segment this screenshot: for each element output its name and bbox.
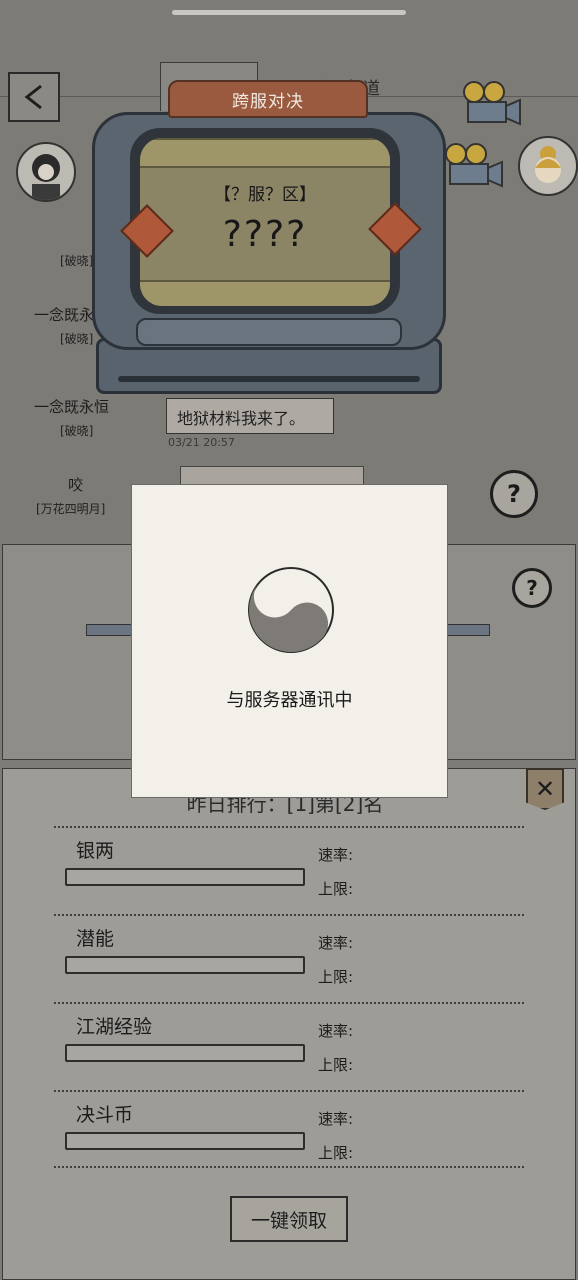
- cap-label: 上限:: [318, 1056, 354, 1074]
- divider: [54, 1166, 524, 1168]
- guild-tag: [破晓]: [60, 424, 94, 438]
- resource-progress-bar: [65, 1044, 305, 1062]
- player-name[interactable]: 咬: [68, 474, 83, 495]
- yin-yang-icon: [248, 567, 334, 653]
- resource-progress-bar: [65, 868, 305, 886]
- guild-tag: [破晓]: [60, 332, 94, 346]
- camera-icon[interactable]: [442, 142, 506, 190]
- resource-name: 银两: [76, 840, 115, 862]
- divider: [54, 1002, 524, 1004]
- divider: [54, 826, 524, 828]
- progress-bar: [444, 624, 490, 636]
- cap-label: 上限:: [318, 968, 354, 986]
- server-label: 【？服？区】: [214, 185, 316, 205]
- rate-label: 速率:: [318, 1022, 354, 1040]
- loading-message: 与服务器通讯中: [226, 690, 353, 711]
- close-button[interactable]: ✕: [526, 768, 564, 810]
- chat-bubble: 地狱材料我来了。: [166, 398, 334, 434]
- avatar[interactable]: [16, 142, 76, 202]
- guild-tag: [破晓]: [60, 254, 94, 268]
- scroll-band: [140, 138, 390, 168]
- tv-panel: [136, 318, 402, 346]
- progress-bar: [86, 624, 136, 636]
- player-name[interactable]: 一念既永恒: [34, 396, 109, 417]
- claim-all-button[interactable]: 一键领取: [230, 1196, 348, 1242]
- player-name[interactable]: 一念既永: [34, 304, 94, 325]
- chevron-left-icon: [24, 84, 42, 110]
- guild-tag: [万花四明月]: [36, 502, 106, 516]
- rate-label: 速率:: [318, 934, 354, 952]
- avatar[interactable]: [518, 136, 578, 196]
- loading-dialog: [131, 484, 448, 798]
- character-portrait-icon: [535, 146, 561, 183]
- cap-label: 上限:: [318, 1144, 354, 1162]
- divider: [54, 1090, 524, 1092]
- resource-progress-bar: [65, 956, 305, 974]
- cap-label: 上限:: [318, 880, 354, 898]
- character-portrait-icon: [32, 154, 60, 200]
- rate-label: 速率:: [318, 1110, 354, 1128]
- opponent-name: ????: [222, 214, 308, 255]
- cross-server-duel-title[interactable]: 跨服对决: [168, 80, 368, 118]
- home-indicator: [172, 10, 406, 15]
- resource-name: 潜能: [76, 928, 115, 950]
- scroll-band: [140, 280, 390, 306]
- back-button[interactable]: [8, 72, 60, 122]
- rate-label: 速率:: [318, 846, 354, 864]
- resource-name: 决斗币: [76, 1104, 134, 1126]
- divider: [54, 914, 524, 916]
- resource-name: 江湖经验: [76, 1016, 153, 1038]
- resource-progress-bar: [65, 1132, 305, 1150]
- help-button[interactable]: ?: [490, 470, 538, 518]
- help-button[interactable]: ?: [512, 568, 552, 608]
- camera-icon[interactable]: [460, 80, 524, 128]
- tv-slot: [118, 376, 420, 382]
- message-timestamp: 03/21 20:57: [168, 436, 235, 449]
